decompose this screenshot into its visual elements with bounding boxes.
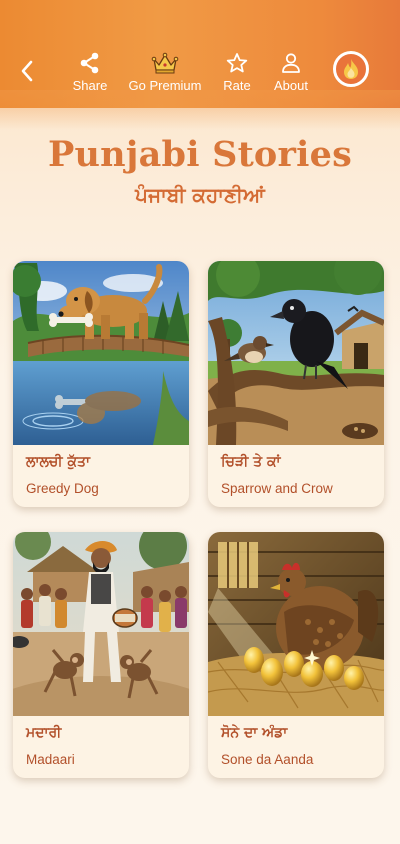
crown-icon xyxy=(151,52,179,74)
story-title-punjabi: ਲਾਲਚੀ ਕੁੱਤਾ xyxy=(26,454,90,470)
streak-button[interactable] xyxy=(333,51,369,87)
top-bar-fade xyxy=(0,90,400,130)
story-card-sparrow-and-crow[interactable]: ਚਿੜੀ ਤੇ ਕਾਂ Sparrow and Crow xyxy=(208,261,384,507)
go-premium-button[interactable]: Go Premium xyxy=(126,50,204,96)
rate-label: Rate xyxy=(223,78,251,93)
story-card-greedy-dog[interactable]: ਲਾਲਚੀ ਕੁੱਤਾ Greedy Dog xyxy=(13,261,189,507)
about-label: About xyxy=(274,78,308,93)
share-icon xyxy=(80,52,99,74)
story-image-sparrow-and-crow xyxy=(208,261,384,445)
about-button[interactable]: About xyxy=(270,50,312,96)
story-title-english: Sone da Aanda xyxy=(221,752,314,767)
page-subtitle: ਪੰਜਾਬੀ ਕਹਾਣੀਆਂ xyxy=(135,183,265,207)
story-title-punjabi: ਚਿੜੀ ਤੇ ਕਾਂ xyxy=(221,454,281,470)
back-button[interactable] xyxy=(12,56,42,86)
chevron-left-icon xyxy=(21,60,33,82)
story-title-punjabi: ਸੋਨੇ ਦਾ ਅੰਡਾ xyxy=(221,725,288,741)
share-button[interactable]: Share xyxy=(70,50,110,96)
story-card-madaari[interactable]: ਮਦਾਰੀ Madaari xyxy=(13,532,189,778)
page-title: Punjabi Stories xyxy=(47,134,352,175)
story-title-english: Greedy Dog xyxy=(26,481,99,496)
story-title-english: Sparrow and Crow xyxy=(221,481,333,496)
share-label: Share xyxy=(72,78,108,93)
go-premium-label: Go Premium xyxy=(128,78,202,93)
story-title-punjabi: ਮਦਾਰੀ xyxy=(26,725,62,741)
story-title-english: Madaari xyxy=(26,752,75,767)
story-card-sone-da-aanda[interactable]: ਸੋਨੇ ਦਾ ਅੰਡਾ Sone da Aanda xyxy=(208,532,384,778)
person-icon xyxy=(282,53,300,73)
star-icon xyxy=(226,53,248,73)
story-image-sone-da-aanda xyxy=(208,532,384,716)
fire-icon xyxy=(344,59,358,79)
rate-button[interactable]: Rate xyxy=(220,50,254,96)
story-image-greedy-dog xyxy=(13,261,189,445)
story-image-madaari xyxy=(13,532,189,716)
